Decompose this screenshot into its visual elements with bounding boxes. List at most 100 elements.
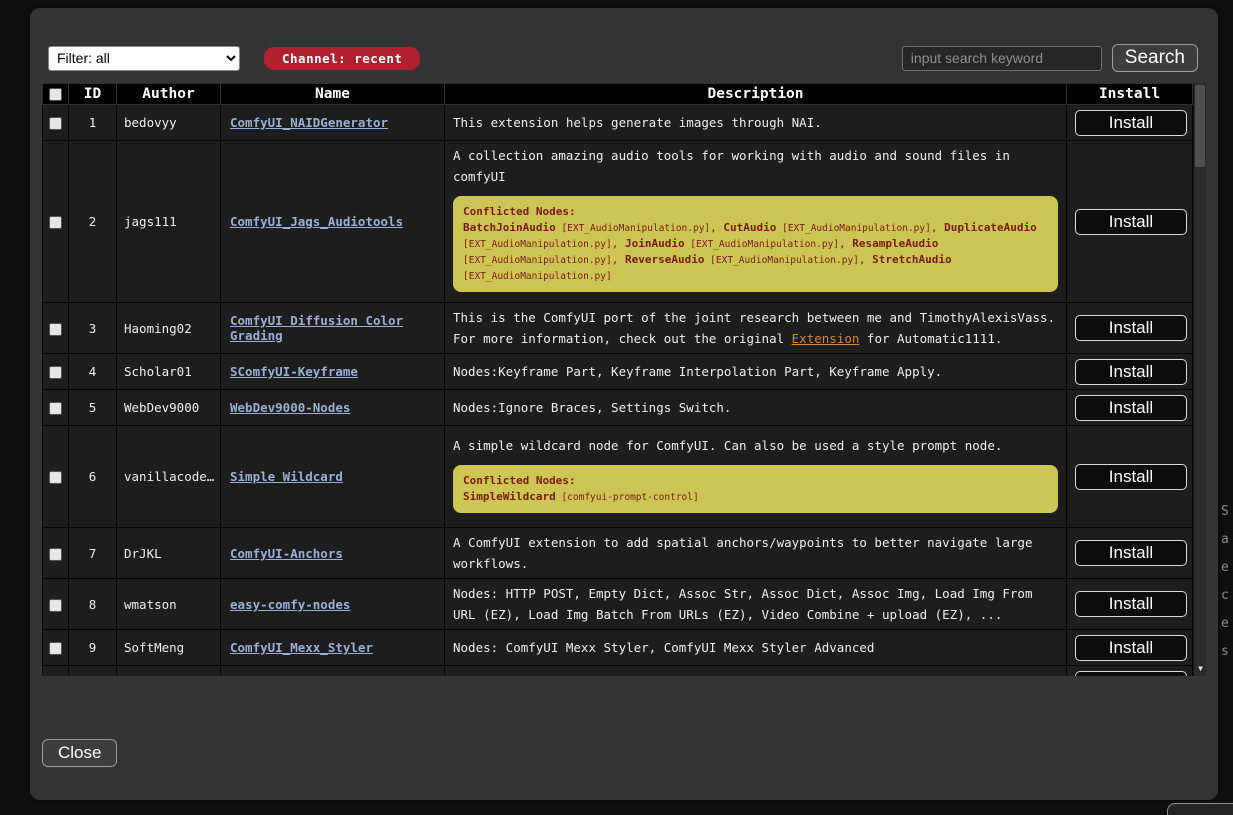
row-install-cell: Install xyxy=(1067,579,1193,630)
row-install-cell: Install xyxy=(1067,105,1193,141)
install-button[interactable]: Install xyxy=(1075,110,1187,136)
row-id: 7 xyxy=(69,528,117,579)
row-author: vanillacode… xyxy=(117,426,221,528)
row-description: A simple wildcard node for ComfyUI. Can … xyxy=(445,426,1067,528)
install-button[interactable]: Install xyxy=(1075,591,1187,617)
row-name-cell: ComfyUI_Jags_Audiotools xyxy=(221,141,445,303)
close-button[interactable]: Close xyxy=(42,739,117,767)
conflict-node-name: StretchAudio xyxy=(872,253,951,266)
table-body: 1bedovyyComfyUI_NAIDGeneratorThis extens… xyxy=(43,105,1193,677)
conflict-node-ref: [EXT_AudioManipulation.py] xyxy=(463,255,612,266)
row-name-cell: easy-comfy-nodes xyxy=(221,579,445,630)
row-name-cell: ComfyUI_NAIDGenerator xyxy=(221,105,445,141)
row-name-cell: WebDev9000-Nodes xyxy=(221,390,445,426)
row-checkbox[interactable] xyxy=(49,216,62,229)
row-check-cell xyxy=(43,105,69,141)
row-checkbox[interactable] xyxy=(49,323,62,336)
row-checkbox[interactable] xyxy=(49,642,62,655)
conflict-node-ref: [EXT_AudioManipulation.py] xyxy=(463,271,612,282)
install-button[interactable]: Install xyxy=(1075,671,1187,677)
row-description: Nodes: Yolov8Detection, Yolov8Segmentati… xyxy=(445,666,1067,677)
row-author: DrJKL xyxy=(117,528,221,579)
custom-nodes-table-wrapper: ID Author Name Description Install 1bedo… xyxy=(42,83,1206,676)
row-author: wmatson xyxy=(117,579,221,630)
row-author: bedovyy xyxy=(117,105,221,141)
row-name-cell: ComfyUI Yolov8 xyxy=(221,666,445,677)
table-scrollbar[interactable]: ▼ xyxy=(1193,83,1206,676)
install-button[interactable]: Install xyxy=(1075,395,1187,421)
background-edge-text: S a e c e s xyxy=(1221,498,1229,666)
extension-name-link[interactable]: ComfyUI_NAIDGenerator xyxy=(230,115,388,130)
background-partial-button[interactable] xyxy=(1167,803,1233,815)
conflict-node-ref: [EXT_AudioManipulation.py] xyxy=(685,239,839,250)
row-install-cell: Install xyxy=(1067,528,1193,579)
row-checkbox[interactable] xyxy=(49,117,62,130)
search-input[interactable] xyxy=(902,46,1102,71)
row-check-cell xyxy=(43,390,69,426)
scroll-down-icon[interactable]: ▼ xyxy=(1194,665,1206,673)
install-button[interactable]: Install xyxy=(1075,209,1187,235)
filter-select[interactable]: Filter: all xyxy=(48,46,240,71)
conflict-node-ref: [EXT_AudioManipulation.py] xyxy=(776,223,930,234)
table-row: 3Haoming02ComfyUI Diffusion Color Gradin… xyxy=(43,303,1193,354)
extension-name-link[interactable]: ComfyUI Diffusion Color Grading xyxy=(230,313,403,343)
row-name-cell: ComfyUI_Mexx_Styler xyxy=(221,630,445,666)
row-install-cell: Install xyxy=(1067,426,1193,528)
row-id: 6 xyxy=(69,426,117,528)
conflicted-nodes-title: Conflicted Nodes: xyxy=(463,473,1048,488)
table-row: 2jags111ComfyUI_Jags_AudiotoolsA collect… xyxy=(43,141,1193,303)
row-author: jags111 xyxy=(117,141,221,303)
row-author: zcfrank1st xyxy=(117,666,221,677)
extension-name-link[interactable]: easy-comfy-nodes xyxy=(230,597,350,612)
install-button[interactable]: Install xyxy=(1075,359,1187,385)
extension-name-link[interactable]: ComfyUI-Anchors xyxy=(230,546,343,561)
row-id: 2 xyxy=(69,141,117,303)
row-name-cell: SComfyUI-Keyframe xyxy=(221,354,445,390)
install-button[interactable]: Install xyxy=(1075,635,1187,661)
conflict-node-name: ResampleAudio xyxy=(852,237,938,250)
install-button[interactable]: Install xyxy=(1075,464,1187,490)
row-install-cell: Install xyxy=(1067,354,1193,390)
search-button[interactable]: Search xyxy=(1112,44,1198,72)
row-author: SoftMeng xyxy=(117,630,221,666)
row-check-cell xyxy=(43,630,69,666)
row-description: Nodes:Ignore Braces, Settings Switch. xyxy=(445,390,1067,426)
row-name-cell: ComfyUI Diffusion Color Grading xyxy=(221,303,445,354)
conflict-node-name: DuplicateAudio xyxy=(944,221,1037,234)
extension-name-link[interactable]: SComfyUI-Keyframe xyxy=(230,364,358,379)
table-scrollbar-thumb[interactable] xyxy=(1195,85,1205,167)
conflict-node-ref: [EXT_AudioManipulation.py] xyxy=(704,255,858,266)
extension-name-link[interactable]: WebDev9000-Nodes xyxy=(230,400,350,415)
row-check-cell xyxy=(43,666,69,677)
conflicted-nodes-box: Conflicted Nodes:BatchJoinAudio [EXT_Aud… xyxy=(453,196,1058,292)
table-header-row: ID Author Name Description Install xyxy=(43,84,1193,105)
row-checkbox[interactable] xyxy=(49,548,62,561)
description-link[interactable]: Extension xyxy=(792,331,860,346)
row-check-cell xyxy=(43,303,69,354)
row-description: A ComfyUI extension to add spatial ancho… xyxy=(445,528,1067,579)
row-author: Scholar01 xyxy=(117,354,221,390)
row-install-cell: Install xyxy=(1067,390,1193,426)
table-row: 6vanillacode… Simple Wildcard A simple wil… xyxy=(43,426,1193,528)
row-checkbox[interactable] xyxy=(49,402,62,415)
conflict-node-ref: [EXT_AudioManipulation.py] xyxy=(463,239,612,250)
row-install-cell: Install xyxy=(1067,303,1193,354)
select-all-checkbox[interactable] xyxy=(49,88,62,101)
row-check-cell xyxy=(43,579,69,630)
row-check-cell xyxy=(43,354,69,390)
extension-name-link[interactable]: ComfyUI_Mexx_Styler xyxy=(230,640,373,655)
extension-name-link[interactable]: ComfyUI_Jags_Audiotools xyxy=(230,214,403,229)
row-description: Nodes:Keyframe Part, Keyframe Interpolat… xyxy=(445,354,1067,390)
row-check-cell xyxy=(43,426,69,528)
conflict-node-name: SimpleWildcard xyxy=(463,490,556,503)
row-checkbox[interactable] xyxy=(49,366,62,379)
table-row: 7DrJKL ComfyUI-Anchors A ComfyUI extension… xyxy=(43,528,1193,579)
row-description: Nodes: ComfyUI Mexx Styler, ComfyUI Mexx… xyxy=(445,630,1067,666)
extension-name-link[interactable]: Simple Wildcard xyxy=(230,469,343,484)
row-checkbox[interactable] xyxy=(49,471,62,484)
row-id: 8 xyxy=(69,579,117,630)
row-checkbox[interactable] xyxy=(49,599,62,612)
install-button[interactable]: Install xyxy=(1075,540,1187,566)
install-button[interactable]: Install xyxy=(1075,315,1187,341)
conflict-node-name: ReverseAudio xyxy=(625,253,704,266)
